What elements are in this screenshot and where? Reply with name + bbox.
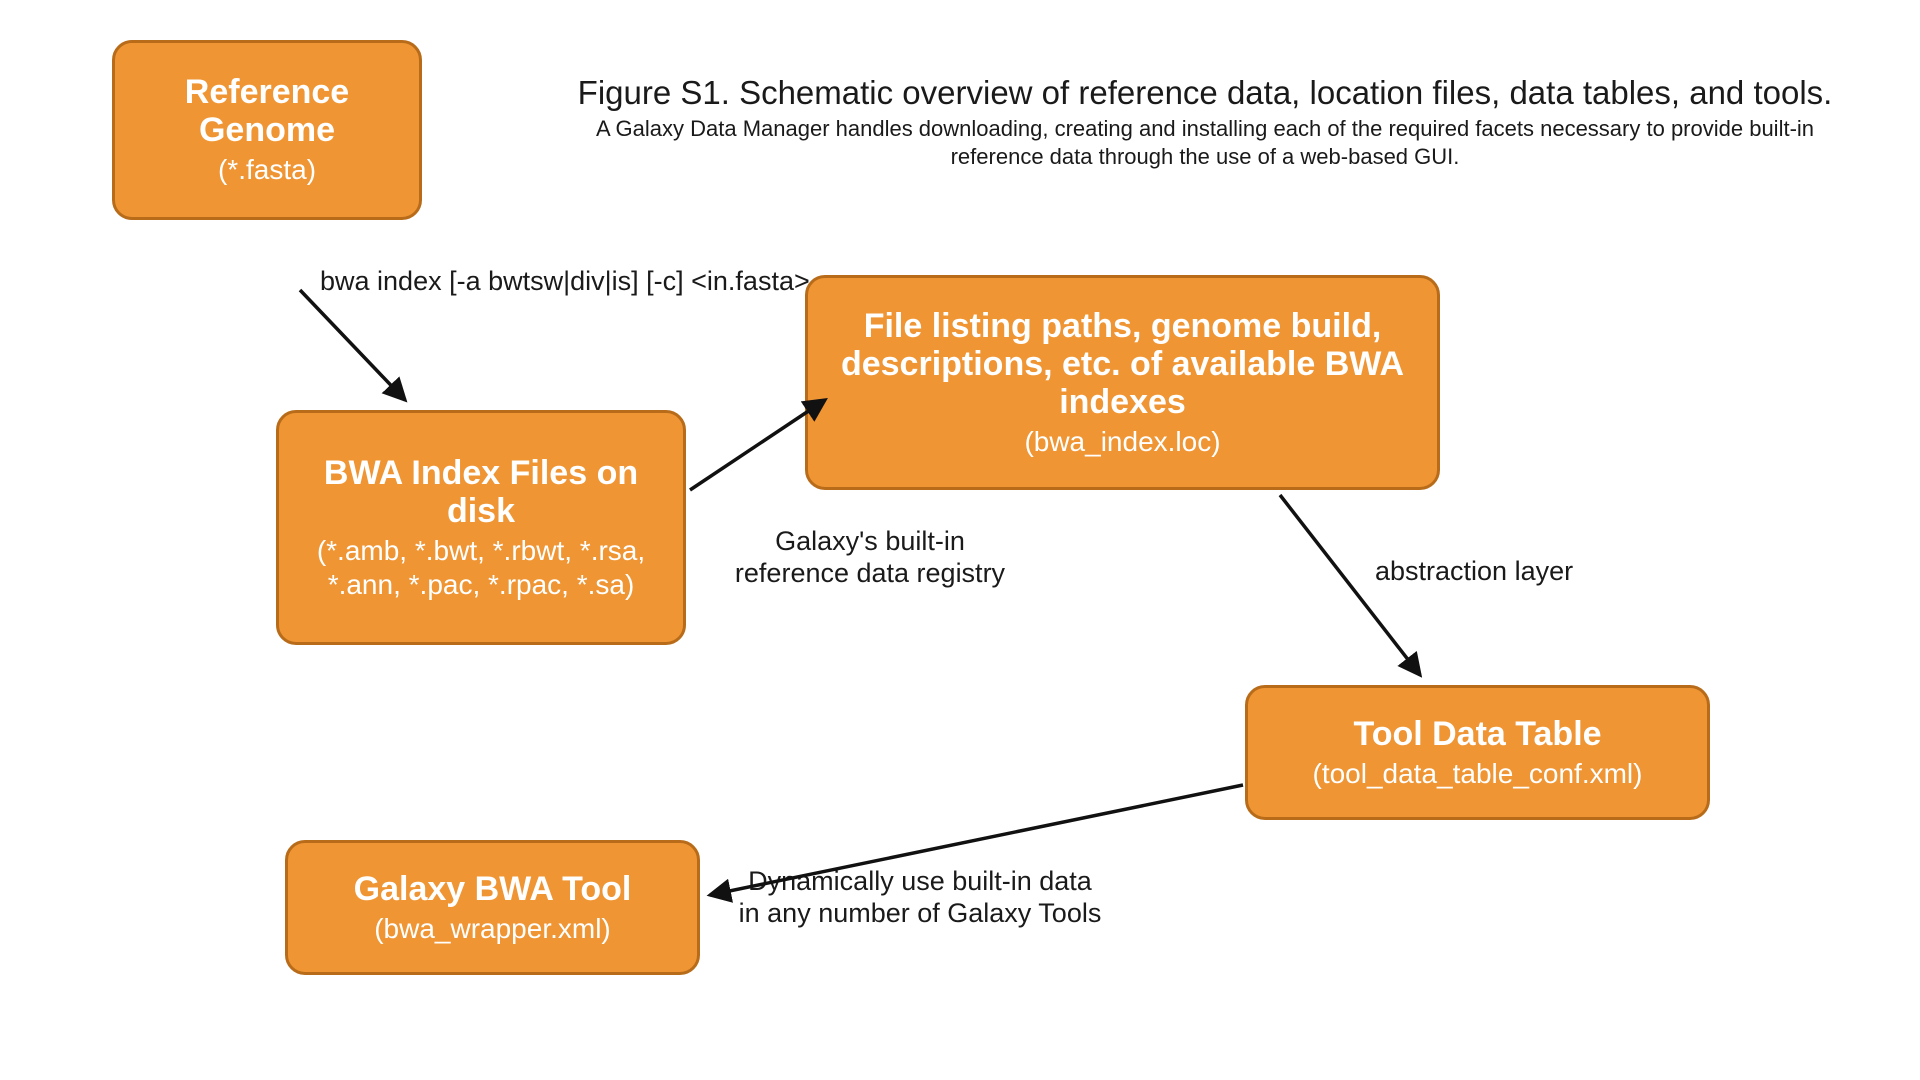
node-subtitle: (*.fasta): [218, 153, 316, 187]
node-subtitle: (tool_data_table_conf.xml): [1313, 757, 1643, 791]
figure-title: Figure S1. Schematic overview of referen…: [555, 72, 1855, 113]
figure-description: A Galaxy Data Manager handles downloadin…: [555, 115, 1855, 170]
node-title: File listing paths, genome build, descri…: [830, 307, 1415, 421]
node-subtitle: (bwa_index.loc): [1024, 425, 1220, 459]
arrow-refgenome-to-indexfiles: [300, 290, 405, 400]
node-subtitle: (bwa_wrapper.xml): [374, 912, 611, 946]
node-bwa-index-files: BWA Index Files on disk (*.amb, *.bwt, *…: [276, 410, 686, 645]
node-title: Galaxy BWA Tool: [354, 870, 632, 908]
node-title: Reference Genome: [137, 73, 397, 149]
node-title: BWA Index Files on disk: [301, 454, 661, 530]
edge-label-dynamic: Dynamically use built-in data in any num…: [735, 865, 1105, 930]
node-subtitle: (*.amb, *.bwt, *.rbwt, *.rsa, *.ann, *.p…: [301, 534, 661, 601]
node-tool-data-table: Tool Data Table (tool_data_table_conf.xm…: [1245, 685, 1710, 820]
edge-label-registry: Galaxy's built-in reference data registr…: [720, 525, 1020, 590]
edge-label-abstraction: abstraction layer: [1375, 555, 1625, 587]
node-galaxy-bwa-tool: Galaxy BWA Tool (bwa_wrapper.xml): [285, 840, 700, 975]
node-reference-genome: Reference Genome (*.fasta): [112, 40, 422, 220]
node-file-listing: File listing paths, genome build, descri…: [805, 275, 1440, 490]
node-title: Tool Data Table: [1353, 715, 1601, 753]
edge-label-bwa-index: bwa index [-a bwtsw|div|is] [-c] <in.fas…: [320, 265, 880, 297]
